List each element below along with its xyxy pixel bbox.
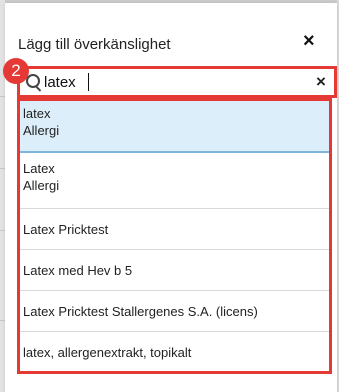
text-cursor (88, 73, 89, 91)
search-input[interactable] (44, 72, 304, 92)
clear-search-icon[interactable]: × (316, 72, 326, 92)
item-name: Latex Pricktest Stallergenes S.A. (licen… (23, 303, 258, 319)
list-item[interactable]: latex Allergi (20, 101, 329, 153)
search-icon (26, 74, 40, 88)
list-item[interactable]: Latex Pricktest (20, 209, 329, 250)
dialog-title: Lägg till överkänslighet (18, 36, 171, 53)
item-name: Latex (23, 161, 55, 176)
list-item[interactable]: Latex med Hev b 5 (20, 250, 329, 291)
search-results-list: latex Allergi Latex Allergi Latex Prickt… (17, 98, 332, 374)
step-badge: 2 (3, 58, 29, 84)
item-name: Latex Pricktest (23, 221, 109, 237)
item-name: Latex med Hev b 5 (23, 262, 133, 278)
item-name: latex, allergenextrakt, topikalt (23, 345, 192, 360)
close-icon[interactable]: × (303, 31, 315, 51)
list-item[interactable]: latex, allergenextrakt, topikalt (20, 332, 329, 371)
list-item[interactable]: Latex Pricktest Stallergenes S.A. (licen… (20, 291, 329, 332)
item-type: Allergi (23, 178, 60, 193)
list-item[interactable]: Latex Allergi (20, 153, 329, 209)
item-name: latex (23, 106, 51, 121)
search-field[interactable]: × (17, 66, 337, 98)
item-type: Allergi (23, 123, 60, 138)
